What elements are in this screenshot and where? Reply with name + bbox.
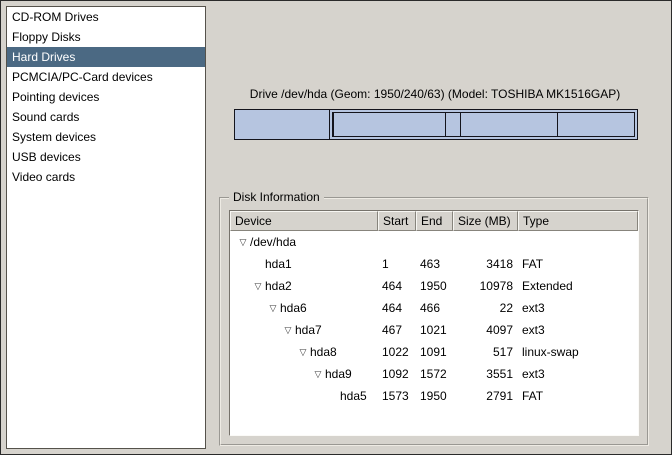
sidebar-item-video-cards[interactable]: Video cards xyxy=(7,167,205,187)
device-cell: ▽hda9 xyxy=(230,363,378,385)
table-row-hda5[interactable]: hda5 157319502791FAT xyxy=(230,385,638,407)
sidebar-item-floppy-disks[interactable]: Floppy Disks xyxy=(7,27,205,47)
table-row-hda7[interactable]: ▽hda746710214097ext3 xyxy=(230,319,638,341)
extended-partition-segment-hda2 xyxy=(330,110,637,139)
tree-expander-icon[interactable]: ▽ xyxy=(311,363,325,385)
size-cell: 4097 xyxy=(453,319,518,341)
device-cell: ▽hda2 xyxy=(230,275,378,297)
size-cell xyxy=(453,231,518,253)
table-row-hda1[interactable]: hda1 14633418FAT xyxy=(230,253,638,275)
partition-segment-hda9 xyxy=(461,113,558,136)
start-cell: 467 xyxy=(378,319,416,341)
disk-table-body: ▽/dev/hdahda114633418FAT▽hda246419501097… xyxy=(230,231,638,435)
size-cell: 3551 xyxy=(453,363,518,385)
end-cell xyxy=(416,231,453,253)
partition-segment-hda8 xyxy=(446,113,460,136)
column-header-end[interactable]: End xyxy=(416,211,453,231)
disk-information-frame: Disk Information Device Start End Size (… xyxy=(219,197,649,446)
table-row-hda2[interactable]: ▽hda2464195010978Extended xyxy=(230,275,638,297)
size-cell: 3418 xyxy=(453,253,518,275)
disk-table: Device Start End Size (MB) Type ▽/dev/hd… xyxy=(229,210,639,436)
sidebar-item-cd-rom-drives[interactable]: CD-ROM Drives xyxy=(7,7,205,27)
sidebar-item-usb-devices[interactable]: USB devices xyxy=(7,147,205,167)
tree-expander-icon[interactable]: ▽ xyxy=(296,341,310,363)
extended-partition-inner xyxy=(332,112,635,137)
end-cell: 463 xyxy=(416,253,453,275)
type-cell: Extended xyxy=(518,275,638,297)
disk-information-title: Disk Information xyxy=(229,190,324,204)
start-cell: 464 xyxy=(378,275,416,297)
column-header-device[interactable]: Device xyxy=(230,211,378,231)
end-cell: 1091 xyxy=(416,341,453,363)
device-cell: ▽hda8 xyxy=(230,341,378,363)
start-cell: 1022 xyxy=(378,341,416,363)
start-cell: 1 xyxy=(378,253,416,275)
partition-bar xyxy=(234,109,638,140)
start-cell xyxy=(378,231,416,253)
device-name: hda6 xyxy=(280,297,307,319)
hardware-browser-window: CD-ROM DrivesFloppy DisksHard DrivesPCMC… xyxy=(0,0,672,455)
start-cell: 464 xyxy=(378,297,416,319)
type-cell xyxy=(518,231,638,253)
start-cell: 1092 xyxy=(378,363,416,385)
partition-segment-hda1 xyxy=(235,110,330,139)
size-cell: 22 xyxy=(453,297,518,319)
device-cell: hda1 xyxy=(230,253,378,275)
partition-segment-hda5 xyxy=(558,113,634,136)
device-name: hda1 xyxy=(265,253,292,275)
table-row-hda9[interactable]: ▽hda9109215723551ext3 xyxy=(230,363,638,385)
column-header-start[interactable]: Start xyxy=(378,211,416,231)
drive-info-label: Drive /dev/hda (Geom: 1950/240/63) (Mode… xyxy=(223,87,647,101)
device-category-list: CD-ROM DrivesFloppy DisksHard DrivesPCMC… xyxy=(6,6,206,449)
end-cell: 466 xyxy=(416,297,453,319)
table-row-hda6[interactable]: ▽hda646446622ext3 xyxy=(230,297,638,319)
device-name: hda8 xyxy=(310,341,337,363)
device-cell: ▽hda7 xyxy=(230,319,378,341)
sidebar-item-sound-cards[interactable]: Sound cards xyxy=(7,107,205,127)
column-header-size[interactable]: Size (MB) xyxy=(453,211,518,231)
device-name: hda2 xyxy=(265,275,292,297)
end-cell: 1572 xyxy=(416,363,453,385)
table-row-dev-hda[interactable]: ▽/dev/hda xyxy=(230,231,638,253)
sidebar-item-hard-drives[interactable]: Hard Drives xyxy=(7,47,205,67)
size-cell: 10978 xyxy=(453,275,518,297)
start-cell: 1573 xyxy=(378,385,416,407)
table-row-hda8[interactable]: ▽hda810221091517linux-swap xyxy=(230,341,638,363)
sidebar-item-pointing-devices[interactable]: Pointing devices xyxy=(7,87,205,107)
size-cell: 517 xyxy=(453,341,518,363)
partition-segment-hda7 xyxy=(334,113,446,136)
type-cell: ext3 xyxy=(518,297,638,319)
column-header-type[interactable]: Type xyxy=(518,211,638,231)
end-cell: 1021 xyxy=(416,319,453,341)
device-name: /dev/hda xyxy=(250,231,296,253)
sidebar-item-pcmcia-pc-card-devices[interactable]: PCMCIA/PC-Card devices xyxy=(7,67,205,87)
tree-expander-icon[interactable]: ▽ xyxy=(251,275,265,297)
device-cell: ▽/dev/hda xyxy=(230,231,378,253)
device-name: hda5 xyxy=(340,385,367,407)
type-cell: linux-swap xyxy=(518,341,638,363)
type-cell: FAT xyxy=(518,253,638,275)
device-name: hda7 xyxy=(295,319,322,341)
sidebar-item-system-devices[interactable]: System devices xyxy=(7,127,205,147)
tree-expander-icon[interactable]: ▽ xyxy=(281,319,295,341)
type-cell: ext3 xyxy=(518,363,638,385)
end-cell: 1950 xyxy=(416,275,453,297)
type-cell: FAT xyxy=(518,385,638,407)
type-cell: ext3 xyxy=(518,319,638,341)
device-name: hda9 xyxy=(325,363,352,385)
end-cell: 1950 xyxy=(416,385,453,407)
tree-expander-icon[interactable]: ▽ xyxy=(236,231,250,253)
tree-expander-icon[interactable]: ▽ xyxy=(266,297,280,319)
disk-table-header: Device Start End Size (MB) Type xyxy=(230,211,638,231)
size-cell: 2791 xyxy=(453,385,518,407)
device-cell: ▽hda6 xyxy=(230,297,378,319)
device-cell: hda5 xyxy=(230,385,378,407)
